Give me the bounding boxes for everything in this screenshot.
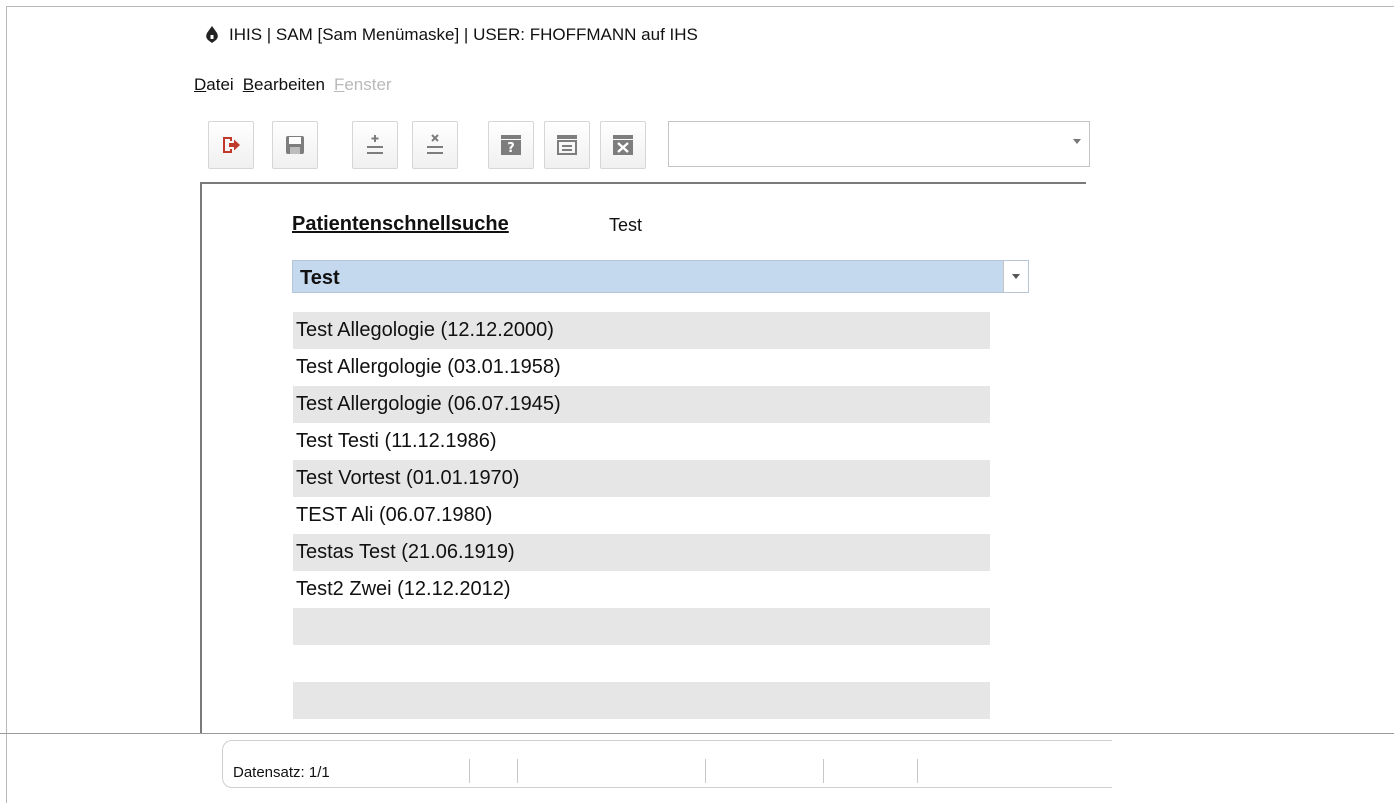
window-title-bar: IHIS | SAM [Sam Menümaske] | USER: FHOFF… xyxy=(204,24,698,46)
results-list: Test Allegologie (12.12.2000) Test Aller… xyxy=(293,312,990,719)
status-divider xyxy=(917,759,918,783)
exit-button[interactable] xyxy=(208,121,254,169)
list-item[interactable]: TEST Ali (06.07.1980) xyxy=(293,497,990,534)
delete-record-icon xyxy=(427,134,443,154)
close-form-icon xyxy=(613,135,633,155)
window-frame-left xyxy=(6,6,7,803)
search-title: Patientenschnellsuche xyxy=(292,213,509,235)
exit-icon xyxy=(223,137,240,153)
chevron-down-icon xyxy=(1012,274,1020,279)
menu-bearbeiten-mnemonic: B xyxy=(242,75,255,94)
list-item[interactable]: Test Vortest (01.01.1970) xyxy=(293,460,990,497)
list-item[interactable]: Test Allergologie (03.01.1958) xyxy=(293,349,990,386)
record-counter: Datensatz: 1/1 xyxy=(233,764,330,781)
window-frame-top xyxy=(6,6,1394,7)
menu-bearbeiten-label: earbeiten xyxy=(254,75,325,94)
list-item[interactable]: Test Allegologie (12.12.2000) xyxy=(293,312,990,349)
status-divider xyxy=(517,759,518,783)
toolbar-combo[interactable] xyxy=(668,121,1090,167)
app-logo-icon xyxy=(206,26,218,43)
content-border-left xyxy=(200,182,202,733)
save-button[interactable] xyxy=(272,121,318,169)
patient-select-value: Test xyxy=(300,267,340,289)
list-item[interactable]: Test Testi (11.12.1986) xyxy=(293,423,990,460)
save-icon xyxy=(286,136,304,154)
list-button[interactable] xyxy=(544,121,590,169)
list-item[interactable]: Test Allergologie (06.07.1945) xyxy=(293,386,990,423)
menu-datei[interactable]: Datei xyxy=(194,75,234,95)
chevron-down-icon[interactable] xyxy=(1073,139,1081,144)
menu-bearbeiten[interactable]: Bearbeiten xyxy=(243,75,325,95)
status-divider xyxy=(823,759,824,783)
delete-record-button[interactable] xyxy=(412,121,458,169)
menu-datei-mnemonic: D xyxy=(194,75,207,94)
svg-text:?: ? xyxy=(507,141,515,156)
search-term: Test xyxy=(609,215,643,235)
patient-select[interactable]: Test xyxy=(292,260,1029,293)
menu-fenster: Fenster xyxy=(334,75,392,95)
close-form-button[interactable] xyxy=(600,121,646,169)
status-divider xyxy=(469,759,470,783)
add-record-button[interactable] xyxy=(352,121,398,169)
help-icon: ? xyxy=(501,135,521,156)
status-bar: Datensatz: 1/1 xyxy=(222,740,1112,788)
add-record-icon xyxy=(367,135,383,154)
list-icon xyxy=(557,135,577,155)
list-item[interactable] xyxy=(293,682,990,719)
list-item[interactable] xyxy=(293,608,990,645)
content-border-top xyxy=(200,182,1086,184)
help-button[interactable]: ? xyxy=(488,121,534,169)
menu-bar: Datei Bearbeiten Fenster xyxy=(194,75,392,95)
patient-select-dropdown[interactable] xyxy=(1003,261,1028,292)
list-item[interactable]: Test2 Zwei (12.12.2012) xyxy=(293,571,990,608)
list-item[interactable] xyxy=(293,645,990,682)
menu-datei-label: atei xyxy=(206,75,234,94)
menu-fenster-label: enster xyxy=(344,75,392,94)
window-title: IHIS | SAM [Sam Menümaske] | USER: FHOFF… xyxy=(229,25,698,44)
menu-fenster-mnemonic: F xyxy=(333,75,345,94)
window-frame-bottom xyxy=(0,733,1394,734)
list-item[interactable]: Testas Test (21.06.1919) xyxy=(293,534,990,571)
status-divider xyxy=(705,759,706,783)
